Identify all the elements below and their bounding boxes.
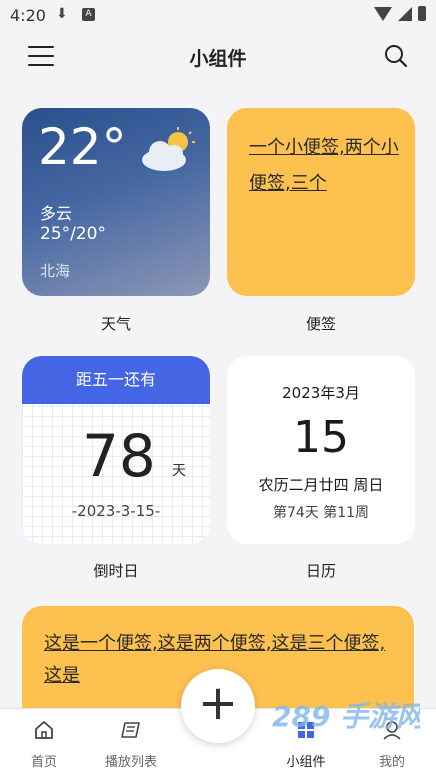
countdown-date: -2023-3-15- [71, 502, 161, 520]
download-icon: ⬇ [56, 6, 68, 22]
plus-icon: + [197, 675, 239, 731]
note-small-text: 一个小便签,两个小便签,三个 [249, 137, 399, 194]
tab-home-label: 首页 [30, 755, 57, 770]
app-bar: 小组件 [0, 32, 436, 82]
home-icon [35, 721, 53, 739]
calendar-year-month: 2023年3月 [282, 384, 360, 402]
countdown-widget[interactable]: 距五一还有 78 天 -2023-3-15- [22, 356, 210, 544]
watermark-logo: 289 手游网 [272, 700, 420, 733]
weather-label: 天气 [100, 315, 131, 333]
tab-home[interactable]: 首页 [20, 719, 68, 770]
page-title: 小组件 [189, 48, 247, 70]
watermark-text: 289 手游网 [272, 700, 420, 733]
status-bar: 4:20 ⬇ A [0, 0, 436, 32]
search-icon[interactable] [384, 44, 408, 68]
note-label: 便签 [305, 315, 336, 333]
weather-city: 北海 [40, 262, 71, 280]
status-a-icon: A [82, 8, 95, 21]
countdown-days: 78 [82, 422, 156, 490]
playlist-icon [121, 722, 140, 738]
add-widget-button[interactable]: + [181, 669, 255, 743]
calendar-week: 第74天 第11周 [272, 505, 370, 521]
wifi-icon [374, 6, 392, 21]
tab-playlist-label: 播放列表 [104, 755, 157, 770]
calendar-widget[interactable]: 2023年3月 15 农历二月廿四 周日 第74天 第11周 [227, 356, 415, 544]
signal-icon [398, 6, 412, 21]
calendar-lunar: 农历二月廿四 周日 [258, 476, 384, 494]
tab-playlist[interactable]: 播放列表 [98, 719, 164, 770]
countdown-header: 距五一还有 [22, 356, 210, 404]
countdown-label: 倒时日 [93, 562, 139, 580]
note-widget-small[interactable]: 一个小便签,两个小便签,三个 [227, 108, 415, 296]
partly-cloudy-icon [142, 127, 195, 171]
tab-profile-label: 我的 [378, 755, 405, 770]
tab-widgets-label: 小组件 [286, 755, 326, 770]
calendar-day: 15 [293, 412, 349, 463]
weather-widget[interactable]: 22° 多云 25°/20° 北海 [22, 108, 210, 296]
countdown-unit: 天 [172, 463, 186, 479]
battery-icon [418, 6, 426, 21]
weather-temperature: 22° [38, 118, 127, 176]
weather-range: 25°/20° [40, 224, 106, 244]
system-icons [374, 6, 426, 21]
calendar-label: 日历 [305, 562, 336, 580]
weather-condition: 多云 [40, 204, 73, 223]
status-time: 4:20 [10, 6, 46, 25]
